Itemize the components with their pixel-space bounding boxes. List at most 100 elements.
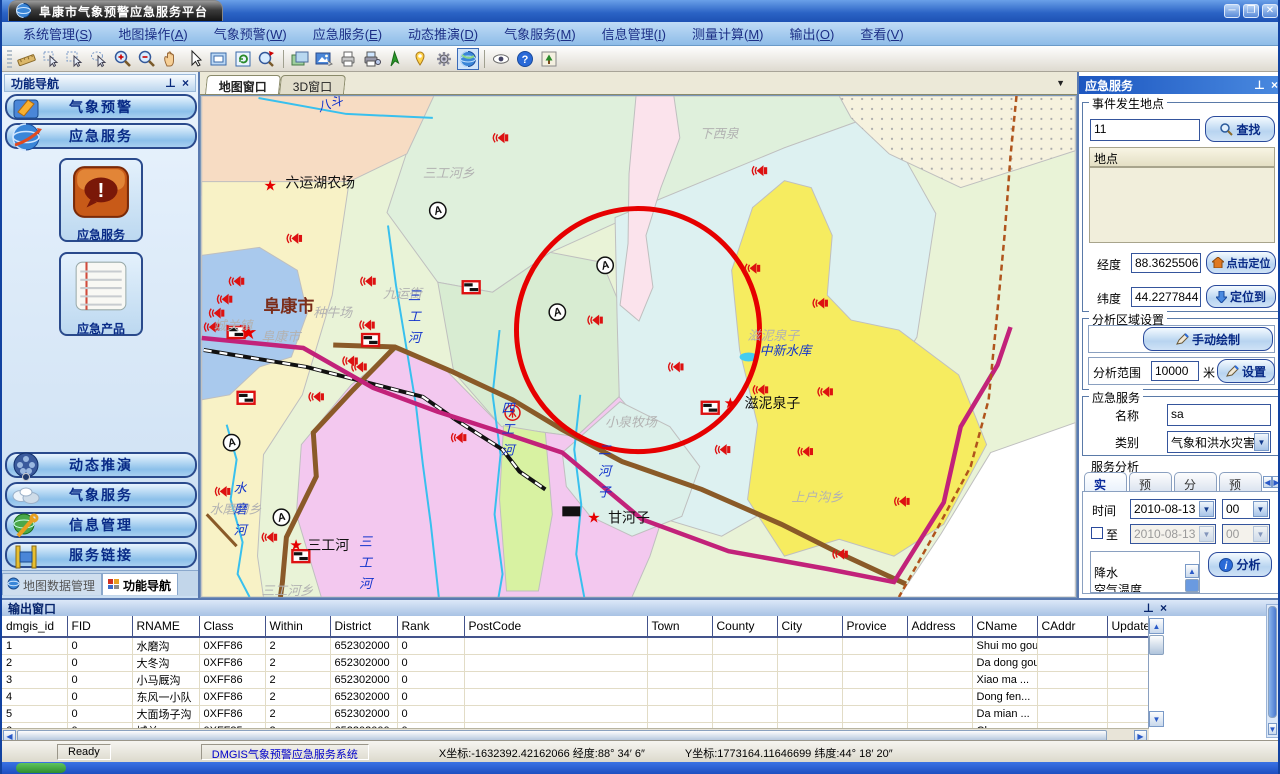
scroll-up-icon[interactable]: ▲	[1149, 618, 1164, 634]
element-item-空气温度[interactable]: 空气温度	[1091, 581, 1185, 593]
analysis-tab-分析[interactable]: 分析	[1174, 472, 1217, 491]
measure-button[interactable]	[16, 48, 38, 70]
select-lasso-button[interactable]	[88, 48, 110, 70]
scroll-down-icon[interactable]: ▼	[1149, 711, 1164, 727]
print-button[interactable]	[337, 48, 359, 70]
tab-scroll-right-icon[interactable]: ▶	[1272, 476, 1280, 488]
menu-item-气象服务[interactable]: 气象服务(M)	[491, 21, 589, 46]
zoom-in-button[interactable]	[112, 48, 134, 70]
menu-item-气象预警[interactable]: 气象预警(W)	[201, 21, 300, 46]
tab-list-dropdown-icon[interactable]: ▼	[1056, 78, 1065, 88]
select-button[interactable]	[40, 48, 62, 70]
place-list-header[interactable]: 地点	[1089, 147, 1275, 167]
pin-icon[interactable]: ⊥	[165, 77, 176, 89]
menu-item-应急服务[interactable]: 应急服务(E)	[300, 21, 395, 46]
latitude-input[interactable]: 44.2277844	[1131, 287, 1201, 307]
manual-draw-button[interactable]: 手动绘制	[1143, 327, 1273, 351]
analysis-tab-预案[interactable]: 预案	[1219, 472, 1262, 491]
column-header-Update[interactable]: Update	[1107, 616, 1149, 637]
column-header-City[interactable]: City	[777, 616, 842, 637]
locate-to-button[interactable]: 定位到	[1206, 285, 1276, 308]
service-name-input[interactable]: sa	[1167, 404, 1271, 426]
pin-icon[interactable]: ⊥	[1143, 602, 1154, 614]
close-icon[interactable]: ×	[1160, 602, 1167, 614]
column-header-Provice[interactable]: Provice	[842, 616, 907, 637]
range-set-button[interactable]: 设置	[1217, 359, 1275, 383]
close-icon[interactable]: ×	[182, 77, 189, 89]
table-row[interactable]: 40东风一小队0XFF8626523020000Dong fen...	[2, 689, 1149, 706]
longitude-input[interactable]: 88.3625506	[1131, 253, 1201, 273]
tab-地图数据管理[interactable]: 地图数据管理	[2, 573, 102, 595]
service-type-select[interactable]: 气象和洪水灾害 ▼	[1167, 431, 1271, 453]
hour-select[interactable]: 00▼	[1222, 499, 1270, 519]
column-header-Within[interactable]: Within	[265, 616, 330, 637]
chevron-down-icon[interactable]: ▼	[1254, 433, 1269, 451]
tab-功能导航[interactable]: 功能导航	[102, 573, 178, 595]
to-checkbox[interactable]	[1091, 527, 1103, 539]
map-canvas[interactable]: AAAAA★★★★★三工河乡下西泉九运街城关镇阜康市种牛场滋泥泉子小泉牧场上户沟…	[200, 95, 1077, 598]
tab-scroll-left-icon[interactable]: ◀	[1263, 476, 1272, 488]
restore-button[interactable]: ❐	[1243, 4, 1259, 18]
print-map-button[interactable]	[361, 48, 383, 70]
menu-item-地图操作[interactable]: 地图操作(A)	[105, 21, 200, 46]
tab-3D窗口[interactable]: 3D窗口	[279, 75, 346, 94]
column-header-FID[interactable]: FID	[67, 616, 132, 637]
layers-button[interactable]	[289, 48, 311, 70]
menu-item-系统管理[interactable]: 系统管理(S)	[10, 21, 105, 46]
menu-item-查看[interactable]: 查看(V)	[847, 21, 916, 46]
side-scrollbar[interactable]: ▼	[1266, 604, 1279, 738]
menu-item-测量计算[interactable]: 测量计算(M)	[679, 21, 777, 46]
go-pointer-button[interactable]	[385, 48, 407, 70]
hour2-select[interactable]: 00▼	[1222, 524, 1270, 544]
column-header-Address[interactable]: Address	[907, 616, 972, 637]
table-row[interactable]: 50大面场子沟0XFF8626523020000Da mian ...	[2, 706, 1149, 723]
analysis-tab-实况[interactable]: 实况	[1084, 472, 1127, 491]
date2-select[interactable]: 2010-08-13▼	[1130, 524, 1216, 544]
side-scrollbar-thumb[interactable]	[1268, 606, 1277, 718]
zoom-out-button[interactable]	[136, 48, 158, 70]
select-box-button[interactable]	[64, 48, 86, 70]
column-header-District[interactable]: District	[330, 616, 397, 637]
locate-pin-button[interactable]	[409, 48, 431, 70]
column-header-Town[interactable]: Town	[647, 616, 712, 637]
analysis-tab-预报[interactable]: 预报	[1129, 472, 1172, 491]
locate-click-button[interactable]: 点击定位	[1206, 251, 1276, 274]
scroll-down-icon[interactable]: ▼	[1268, 723, 1277, 735]
overview-tree-button[interactable]	[538, 48, 560, 70]
shortcut-应急产品[interactable]: 应急产品	[59, 252, 143, 336]
table-row[interactable]: 20大冬沟0XFF8626523020000Da dong gou	[2, 655, 1149, 672]
place-list[interactable]	[1089, 167, 1275, 243]
search-button[interactable]: 查找	[1205, 116, 1275, 142]
column-header-PostCode[interactable]: PostCode	[464, 616, 647, 637]
column-header-County[interactable]: County	[712, 616, 777, 637]
date-select[interactable]: 2010-08-13▼	[1130, 499, 1216, 519]
help-button[interactable]: ?	[514, 48, 536, 70]
element-item-降水[interactable]: 降水	[1091, 564, 1185, 581]
element-list[interactable]: 降水空气温度 ▲	[1090, 551, 1200, 593]
eagle-eye-button[interactable]	[490, 48, 512, 70]
export-image-button[interactable]	[313, 48, 335, 70]
scroll-up-icon[interactable]: ▲	[1185, 564, 1199, 578]
column-header-Class[interactable]: Class	[199, 616, 265, 637]
column-header-CAddr[interactable]: CAddr	[1037, 616, 1107, 637]
location-search-input[interactable]: 11	[1090, 119, 1200, 141]
globe-network-button[interactable]	[457, 48, 479, 70]
output-table[interactable]: dmgis_idFIDRNAMEClassWithinDistrictRankP…	[2, 616, 1149, 728]
settings-button[interactable]	[433, 48, 455, 70]
zoom-scale-button[interactable]	[256, 48, 278, 70]
analyze-button[interactable]: i 分析	[1208, 552, 1272, 577]
tab-地图窗口[interactable]: 地图窗口	[205, 75, 281, 94]
column-header-CName[interactable]: CName	[972, 616, 1037, 637]
scrollbar-thumb[interactable]	[1185, 579, 1199, 592]
scrollbar-thumb[interactable]	[1149, 635, 1164, 655]
menu-item-动态推演[interactable]: 动态推演(D)	[395, 21, 491, 46]
pan-button[interactable]	[160, 48, 182, 70]
table-row[interactable]: 10水磨沟0XFF8626523020000Shui mo gou	[2, 637, 1149, 655]
chevron-down-icon[interactable]: ▼	[1199, 501, 1214, 517]
start-button-fragment[interactable]	[16, 763, 66, 773]
chevron-down-icon[interactable]: ▼	[1253, 501, 1268, 517]
pin-icon[interactable]: ⊥	[1254, 79, 1265, 91]
column-header-Rank[interactable]: Rank	[397, 616, 464, 637]
minimize-button[interactable]: ─	[1224, 4, 1240, 18]
close-button[interactable]: ✕	[1262, 4, 1278, 18]
